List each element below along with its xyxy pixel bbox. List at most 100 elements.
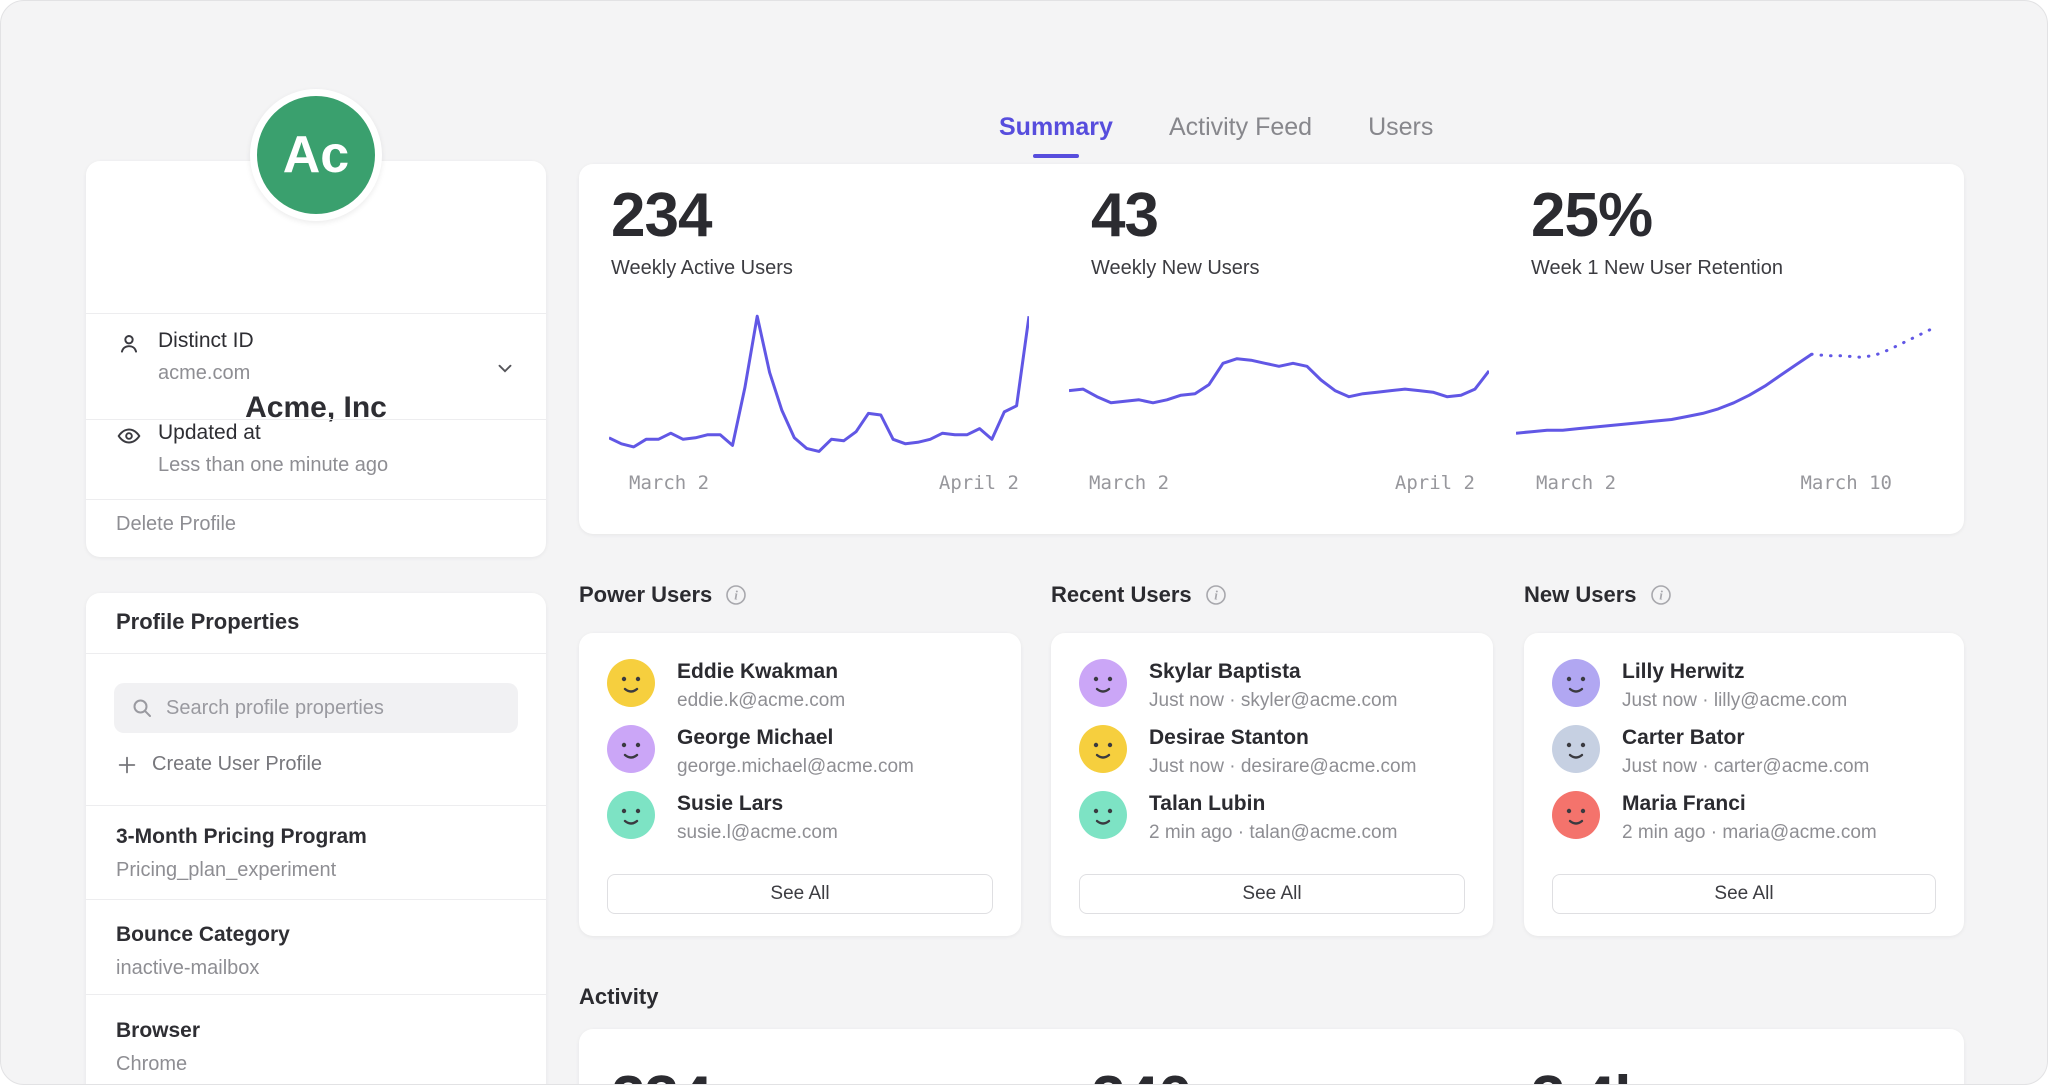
user-row[interactable]: Eddie Kwakman eddie.k@acme.com [607, 659, 993, 713]
property-label: Browser [116, 1019, 200, 1043]
user-row[interactable]: Carter Bator Just now · carter@acme.com [1552, 725, 1936, 779]
user-row[interactable]: Talan Lubin 2 min ago · talan@acme.com [1079, 791, 1465, 845]
user-row[interactable]: Lilly Herwitz Just now · lilly@acme.com [1552, 659, 1936, 713]
company-avatar: Ac [250, 89, 382, 221]
activity-stat-value: 240 [1091, 1063, 1191, 1085]
stat-week1-retention: 25% Week 1 New User Retention [1531, 180, 1783, 280]
axis-end-label: April 2 [939, 472, 1019, 494]
plus-icon [116, 754, 138, 776]
stat-value: 43 [1091, 180, 1260, 251]
stat-value: 234 [611, 180, 793, 251]
avatar-face-icon [607, 791, 655, 839]
sparkline-week1-retention [1516, 298, 1936, 460]
user-row[interactable]: Skylar Baptista Just now · skyler@acme.c… [1079, 659, 1465, 713]
activity-stat-value: 234 [611, 1063, 711, 1085]
axis-end-label: April 2 [1395, 472, 1475, 494]
activity-card: 234 240 3.4k [579, 1029, 1964, 1085]
updated-at-value: Less than one minute ago [158, 454, 388, 477]
property-value: inactive-mailbox [116, 957, 259, 980]
delete-profile-button[interactable]: Delete Profile [116, 513, 236, 536]
chevron-down-icon[interactable] [494, 357, 516, 379]
create-user-profile-label: Create User Profile [152, 753, 322, 776]
user-row[interactable]: Susie Lars susie.l@acme.com [607, 791, 993, 845]
x-axis-labels: March 2 March 10 [1516, 472, 1936, 494]
axis-start-label: March 2 [1536, 472, 1616, 494]
user-row[interactable]: Maria Franci 2 min ago · maria@acme.com [1552, 791, 1936, 845]
updated-at-label: Updated at [158, 421, 261, 445]
tab-label: Users [1368, 113, 1433, 141]
user-email: susie.l@acme.com [677, 822, 838, 844]
stat-weekly-active-users: 234 Weekly Active Users [611, 180, 793, 280]
property-value: Chrome [116, 1053, 187, 1076]
divider [86, 419, 546, 420]
company-initials: Ac [283, 125, 349, 185]
create-user-profile-button[interactable]: Create User Profile [116, 753, 322, 776]
property-value: Pricing_plan_experiment [116, 859, 336, 882]
avatar-face-icon [1552, 791, 1600, 839]
updated-at-row: Updated at Less than one minute ago [86, 421, 546, 505]
distinct-id-label: Distinct ID [158, 329, 254, 353]
stat-value: 25% [1531, 180, 1783, 251]
tab-bar: Summary Activity Feed Users [999, 113, 1433, 158]
tab-users[interactable]: Users [1368, 113, 1433, 158]
user-last-seen-email: 2 min ago · maria@acme.com [1622, 822, 1877, 844]
user-name: Desirae Stanton [1149, 726, 1309, 750]
user-name: Maria Franci [1622, 792, 1746, 816]
search-input[interactable] [114, 683, 518, 733]
power-users-header: Power Users i [579, 582, 748, 608]
tab-label: Summary [999, 113, 1113, 141]
user-email: george.michael@acme.com [677, 756, 914, 778]
user-row[interactable]: George Michael george.michael@acme.com [607, 725, 993, 779]
sparkline-weekly-new-users [1069, 298, 1489, 460]
see-all-button[interactable]: See All [1552, 874, 1936, 914]
info-icon[interactable]: i [1649, 583, 1673, 607]
tab-activity-feed[interactable]: Activity Feed [1169, 113, 1312, 158]
axis-start-label: March 2 [1089, 472, 1169, 494]
user-name: Skylar Baptista [1149, 660, 1301, 684]
svg-text:i: i [1659, 588, 1663, 603]
user-name: George Michael [677, 726, 833, 750]
avatar-face-icon [1079, 725, 1127, 773]
section-title: New Users [1524, 582, 1637, 608]
x-axis-labels: March 2 April 2 [1069, 472, 1489, 494]
recent-users-card: Skylar Baptista Just now · skyler@acme.c… [1051, 633, 1493, 936]
activity-section-title: Activity [579, 984, 658, 1010]
avatar-face-icon [607, 725, 655, 773]
property-label: 3-Month Pricing Program [116, 825, 367, 849]
avatar-face-icon [1552, 725, 1600, 773]
info-icon[interactable]: i [1204, 583, 1228, 607]
axis-end-label: March 10 [1800, 472, 1892, 494]
sparkline-weekly-active-users [609, 298, 1029, 460]
info-icon[interactable]: i [724, 583, 748, 607]
stat-label: Weekly New Users [1091, 257, 1260, 280]
svg-text:i: i [734, 588, 738, 603]
power-users-card: Eddie Kwakman eddie.k@acme.com George Mi… [579, 633, 1021, 936]
distinct-id-row[interactable]: Distinct ID acme.com [86, 329, 546, 419]
profile-properties-title: Profile Properties [116, 609, 299, 635]
person-icon [116, 331, 142, 357]
stat-weekly-new-users: 43 Weekly New Users [1091, 180, 1260, 280]
recent-users-header: Recent Users i [1051, 582, 1228, 608]
distinct-id-value: acme.com [158, 362, 250, 385]
svg-text:i: i [1214, 588, 1218, 603]
avatar-face-icon [1079, 659, 1127, 707]
divider [86, 899, 546, 900]
user-row[interactable]: Desirae Stanton Just now · desirare@acme… [1079, 725, 1465, 779]
x-axis-labels: March 2 April 2 [609, 472, 1029, 494]
section-title: Power Users [579, 582, 712, 608]
see-all-button[interactable]: See All [1079, 874, 1465, 914]
see-all-button[interactable]: See All [607, 874, 993, 914]
tab-summary[interactable]: Summary [999, 113, 1113, 158]
user-name: Carter Bator [1622, 726, 1745, 750]
divider [86, 805, 546, 806]
user-last-seen-email: Just now · desirare@acme.com [1149, 756, 1416, 778]
divider [86, 313, 546, 314]
new-users-header: New Users i [1524, 582, 1673, 608]
user-name: Lilly Herwitz [1622, 660, 1745, 684]
divider [86, 994, 546, 995]
eye-icon [116, 423, 142, 449]
stat-label: Week 1 New User Retention [1531, 257, 1783, 280]
divider [86, 653, 546, 654]
axis-start-label: March 2 [629, 472, 709, 494]
avatar-face-icon [1552, 659, 1600, 707]
